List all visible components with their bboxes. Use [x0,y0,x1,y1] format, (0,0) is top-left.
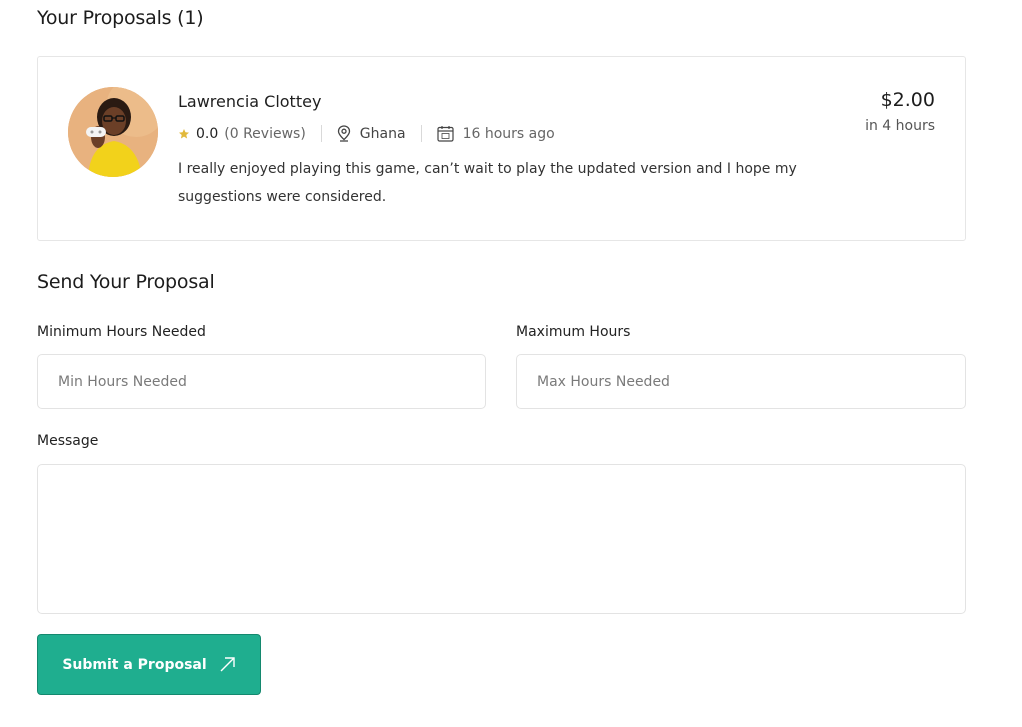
submit-proposal-button[interactable]: Submit a Proposal [37,634,261,695]
posted-time: 16 hours ago [462,125,555,142]
rating-value: 0.0 [196,125,219,142]
meta-divider [320,125,322,142]
message-label: Message [37,433,99,449]
meta-divider [420,125,422,142]
reviews-count: (0 Reviews) [224,125,306,142]
proposal-card: Lawrencia Clottey 0.0 (0 Reviews) Ghana … [37,56,966,241]
proposal-price: $2.00 [880,89,935,111]
proposals-page: Your Proposals (1) Lawrencia Clottey 0.0… [0,0,1022,727]
max-hours-input[interactable] [516,354,966,409]
calendar-icon [436,125,454,142]
submit-proposal-label: Submit a Proposal [62,656,207,673]
star-icon [178,128,190,140]
location-text: Ghana [359,125,406,142]
map-pin-icon [337,125,351,142]
min-hours-label: Minimum Hours Needed [37,324,206,340]
message-textarea[interactable] [37,464,966,614]
max-hours-label: Maximum Hours [516,324,631,340]
proposals-title: Your Proposals (1) [37,7,204,29]
proposal-duration: in 4 hours [865,118,935,134]
proposal-meta: 0.0 (0 Reviews) Ghana 16 hours ago [178,125,555,142]
min-hours-input[interactable] [37,354,486,409]
proposer-name[interactable]: Lawrencia Clottey [178,92,321,111]
proposal-comment: I really enjoyed playing this game, can’… [178,161,797,205]
arrow-up-right-icon [219,656,236,673]
send-proposal-title: Send Your Proposal [37,271,215,293]
avatar[interactable] [68,87,158,177]
